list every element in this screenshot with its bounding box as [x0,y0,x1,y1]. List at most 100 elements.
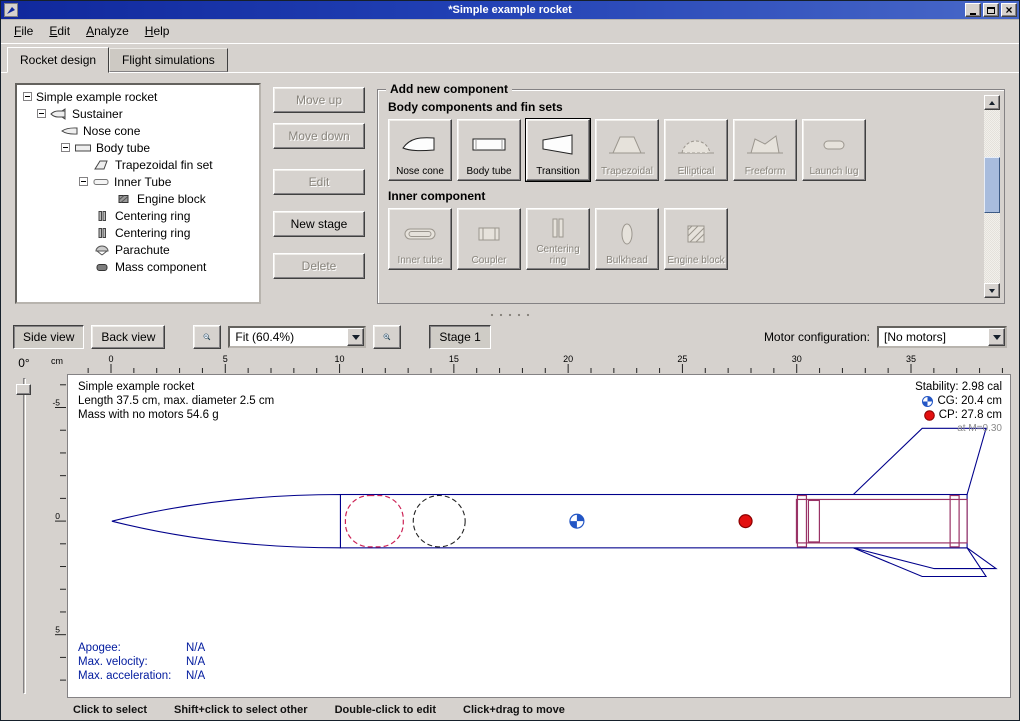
chevron-down-icon [993,335,1001,340]
close-button[interactable]: × [1001,3,1017,17]
cp-value: CP: 27.8 cm [939,408,1002,422]
menu-edit[interactable]: Edit [42,21,77,41]
centering-ring-icon [93,210,111,222]
add-elliptical-fin-button[interactable]: Elliptical [664,119,728,181]
parachute-icon [93,244,111,256]
title-bar[interactable]: *Simple example rocket × [1,1,1019,19]
tree-item-fin-set[interactable]: Trapezoidal fin set [19,156,257,173]
stage-1-toggle[interactable]: Stage 1 [429,325,490,349]
vertical-ruler: -505 [47,374,67,698]
body-tube-icon [74,142,92,154]
centering-ring-icon [93,227,111,239]
rocket-canvas[interactable]: Simple example rocket Length 37.5 cm, ma… [67,374,1011,698]
zoom-value: Fit (60.4%) [230,330,347,344]
add-nose-cone-button[interactable]: Nose cone [388,119,452,181]
maximize-icon [987,7,995,14]
tree-item-parachute[interactable]: Parachute [19,241,257,258]
add-bulkhead-button[interactable]: Bulkhead [595,208,659,270]
body-components-row: Nose cone Body tube Transition [388,119,974,181]
zoom-in-icon [383,328,391,346]
body-tube-icon [469,123,509,166]
app-icon[interactable] [4,3,18,17]
add-component-title: Add new component [386,82,512,96]
max-velocity-value: N/A [186,655,205,669]
tree-item-inner-tube[interactable]: Inner Tube [19,173,257,190]
fin-lower-2[interactable] [853,548,996,569]
dropdown-arrow-button[interactable] [347,328,364,346]
body-components-section-label: Body components and fin sets [388,100,974,114]
maximize-button[interactable] [983,3,999,17]
scroll-down-button[interactable] [984,283,1000,298]
add-launch-lug-button[interactable]: Launch lug [802,119,866,181]
add-inner-tube-button[interactable]: Inner tube [388,208,452,270]
design-panel: Simple example rocket Sustainer Nose con… [1,72,1019,310]
rocket-name: Simple example rocket [78,380,274,394]
delete-button[interactable]: Delete [273,253,365,279]
add-component-panel: Add new component Body components and fi… [377,89,1005,304]
add-freeform-fin-button[interactable]: Freeform [733,119,797,181]
collapse-toggle-icon[interactable] [79,177,88,186]
move-up-button[interactable]: Move up [273,87,365,113]
zoom-in-button[interactable] [373,325,401,349]
slider-track[interactable] [23,378,26,694]
add-centering-ring-button[interactable]: Centering ring [526,208,590,270]
new-stage-button[interactable]: New stage [273,211,365,237]
tree-item-nose-cone[interactable]: Nose cone [19,122,257,139]
menu-help[interactable]: Help [138,21,177,41]
tree-item-engine-block[interactable]: Engine block [19,190,257,207]
apogee-label: Apogee: [78,641,186,655]
collapse-toggle-icon[interactable] [61,143,70,152]
tab-flight-simulations[interactable]: Flight simulations [109,48,228,72]
add-coupler-button[interactable]: Coupler [457,208,521,270]
body-tube-outline[interactable] [340,495,967,548]
rotation-value: 0° [18,356,29,370]
menu-file[interactable]: File [7,21,40,41]
zoom-out-button[interactable] [193,325,221,349]
side-view-button[interactable]: Side view [13,325,84,349]
motor-configuration-value: [No motors] [879,330,988,344]
rotation-slider[interactable] [14,378,34,694]
svg-text:20: 20 [563,354,573,364]
add-body-tube-button[interactable]: Body tube [457,119,521,181]
tree-item-centering-ring-2[interactable]: Centering ring [19,224,257,241]
motor-configuration-label: Motor configuration: [764,330,870,344]
nose-cone-outline[interactable] [112,495,341,548]
component-tree[interactable]: Simple example rocket Sustainer Nose con… [15,83,261,304]
arrow-up-icon [989,101,995,105]
minimize-button[interactable] [965,3,981,17]
tree-item-sustainer[interactable]: Sustainer [19,105,257,122]
freeform-fin-icon [745,123,785,166]
add-transition-button[interactable]: Transition [526,119,590,181]
tree-item-body-tube[interactable]: Body tube [19,139,257,156]
centering-ring-icon [538,212,578,244]
zoom-select[interactable]: Fit (60.4%) [228,326,366,348]
view-toolbar: Side view Back view Fit (60.4%) Stage 1 … [1,320,1019,354]
tree-item-mass-component[interactable]: Mass component [19,258,257,275]
fin-upper[interactable] [853,428,986,494]
component-panel-scrollbar[interactable] [984,95,1000,298]
back-view-button[interactable]: Back view [91,325,165,349]
collapse-toggle-icon[interactable] [23,92,32,101]
slider-handle[interactable] [16,384,31,395]
menu-analyze[interactable]: Analyze [79,21,136,41]
rocket-mass: Mass with no motors 54.6 g [78,408,274,422]
tree-item-rocket[interactable]: Simple example rocket [19,88,257,105]
scroll-up-button[interactable] [984,95,1000,110]
motor-configuration-select[interactable]: [No motors] [877,326,1007,348]
fin-lower[interactable] [853,548,986,577]
scrollbar-thumb[interactable] [984,157,1000,213]
tree-item-centering-ring-1[interactable]: Centering ring [19,207,257,224]
move-down-button[interactable]: Move down [273,123,365,149]
status-bar: Click to select Shift+click to select ot… [1,700,1019,720]
collapse-toggle-icon[interactable] [37,109,46,118]
engine-block-icon [676,212,716,255]
add-engine-block-button[interactable]: Engine block [664,208,728,270]
panel-splitter[interactable] [1,310,1019,320]
edit-button[interactable]: Edit [273,169,365,195]
rocket-drawing[interactable] [68,375,1010,697]
close-icon: × [1005,5,1012,16]
dropdown-arrow-button[interactable] [988,328,1005,346]
apogee-value: N/A [186,641,205,655]
add-trapezoidal-fin-button[interactable]: Trapezoidal [595,119,659,181]
tab-rocket-design[interactable]: Rocket design [7,47,109,73]
